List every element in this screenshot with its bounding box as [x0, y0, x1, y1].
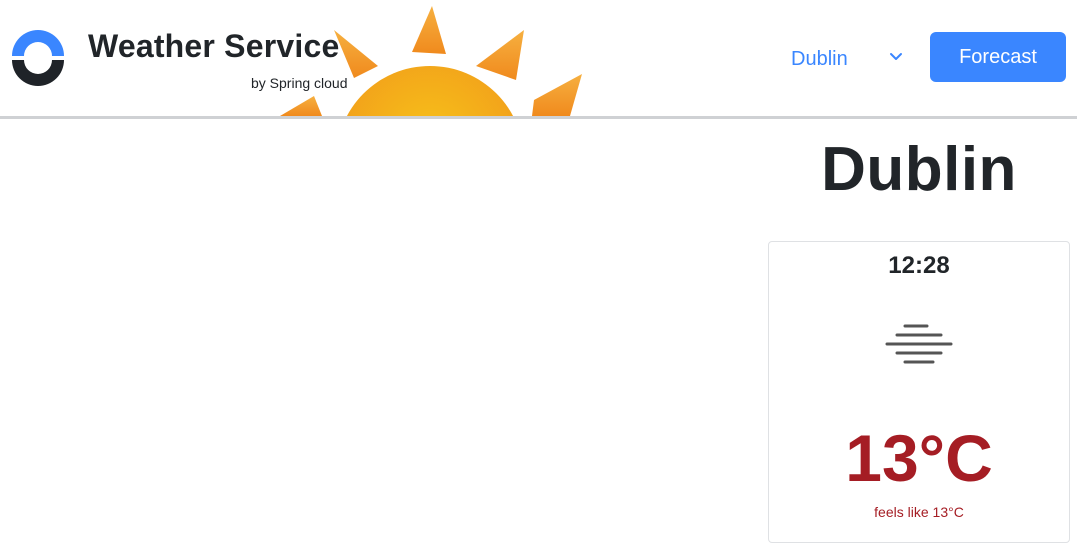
fog-icon — [885, 324, 953, 364]
feels-like-text: feels like 13°C — [874, 504, 964, 520]
city-select-value: Dublin — [791, 48, 848, 70]
city-title: Dublin — [821, 135, 1017, 204]
app-header: Weather Service by Spring cloud Dublin F… — [0, 0, 1077, 119]
observation-time: 12:28 — [888, 252, 950, 279]
temperature-value: 13°C — [845, 421, 993, 495]
logo-icon — [12, 30, 64, 86]
forecast-button[interactable]: Forecast — [930, 32, 1066, 82]
app-title: Weather Service — [88, 28, 340, 64]
weather-card: 12:28 13°C feels like 13°C — [768, 241, 1070, 543]
chevron-down-icon — [890, 53, 902, 60]
app-subtitle: by Spring cloud — [251, 75, 348, 91]
city-select[interactable]: Dublin — [780, 40, 920, 78]
